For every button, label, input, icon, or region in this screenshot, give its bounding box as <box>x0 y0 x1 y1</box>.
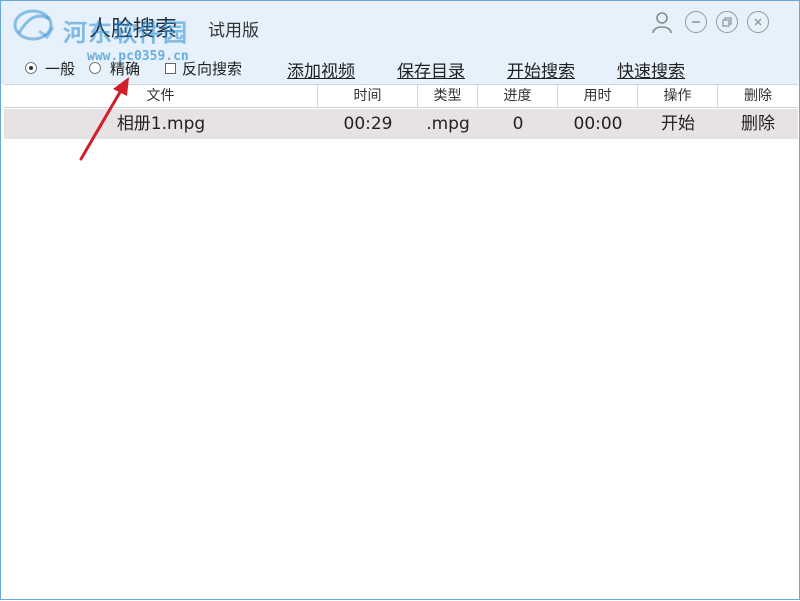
restore-icon <box>722 17 732 27</box>
minimize-button[interactable] <box>685 11 707 33</box>
app-logo-icon <box>13 9 55 41</box>
title-bar: 人脸搜索 河东软件园 试用版 <box>1 1 799 51</box>
edition-label: 试用版 <box>208 21 259 41</box>
table-header: 文件 时间 类型 进度 用时 操作 删除 <box>4 84 798 108</box>
start-search-button[interactable]: 开始搜索 <box>507 57 575 82</box>
column-header-elapsed[interactable]: 用时 <box>558 85 638 107</box>
column-header-progress[interactable]: 进度 <box>478 85 558 107</box>
column-header-time[interactable]: 时间 <box>318 85 418 107</box>
user-icon[interactable] <box>651 11 673 35</box>
restore-button[interactable] <box>716 11 738 33</box>
column-header-file[interactable]: 文件 <box>4 85 318 107</box>
cell-time: 00:29 <box>343 114 393 134</box>
cell-elapsed: 00:00 <box>573 114 623 134</box>
table-row[interactable]: 相册1.mpg 00:29 .mpg 0 00:00 开始 删除 <box>4 109 798 139</box>
mode-general-radio[interactable] <box>25 62 37 74</box>
close-icon <box>754 18 762 26</box>
cell-progress: 0 <box>512 114 524 134</box>
column-header-delete[interactable]: 删除 <box>718 85 798 107</box>
close-button[interactable] <box>747 11 769 33</box>
quick-search-button[interactable]: 快速搜索 <box>617 57 685 82</box>
cell-type: .mpg <box>426 114 470 134</box>
add-video-button[interactable]: 添加视频 <box>287 57 355 82</box>
column-header-action[interactable]: 操作 <box>638 85 718 107</box>
reverse-search-checkbox[interactable] <box>165 63 176 74</box>
watermark-url: www.pc0359.cn <box>87 49 189 64</box>
app-window: 人脸搜索 河东软件园 试用版 一般 精确 反向搜索 添加视频 保存目录 开始搜索… <box>0 0 800 600</box>
mode-general-label[interactable]: 一般 <box>45 58 75 79</box>
watermark-text: 河东软件园 <box>63 19 188 47</box>
reverse-search-label[interactable]: 反向搜索 <box>182 58 242 79</box>
save-directory-button[interactable]: 保存目录 <box>397 57 465 82</box>
delete-row-button[interactable]: 删除 <box>718 109 798 139</box>
start-row-button[interactable]: 开始 <box>638 109 718 139</box>
minimize-icon <box>692 21 700 23</box>
column-header-type[interactable]: 类型 <box>418 85 478 107</box>
cell-file: 相册1.mpg <box>116 114 206 134</box>
